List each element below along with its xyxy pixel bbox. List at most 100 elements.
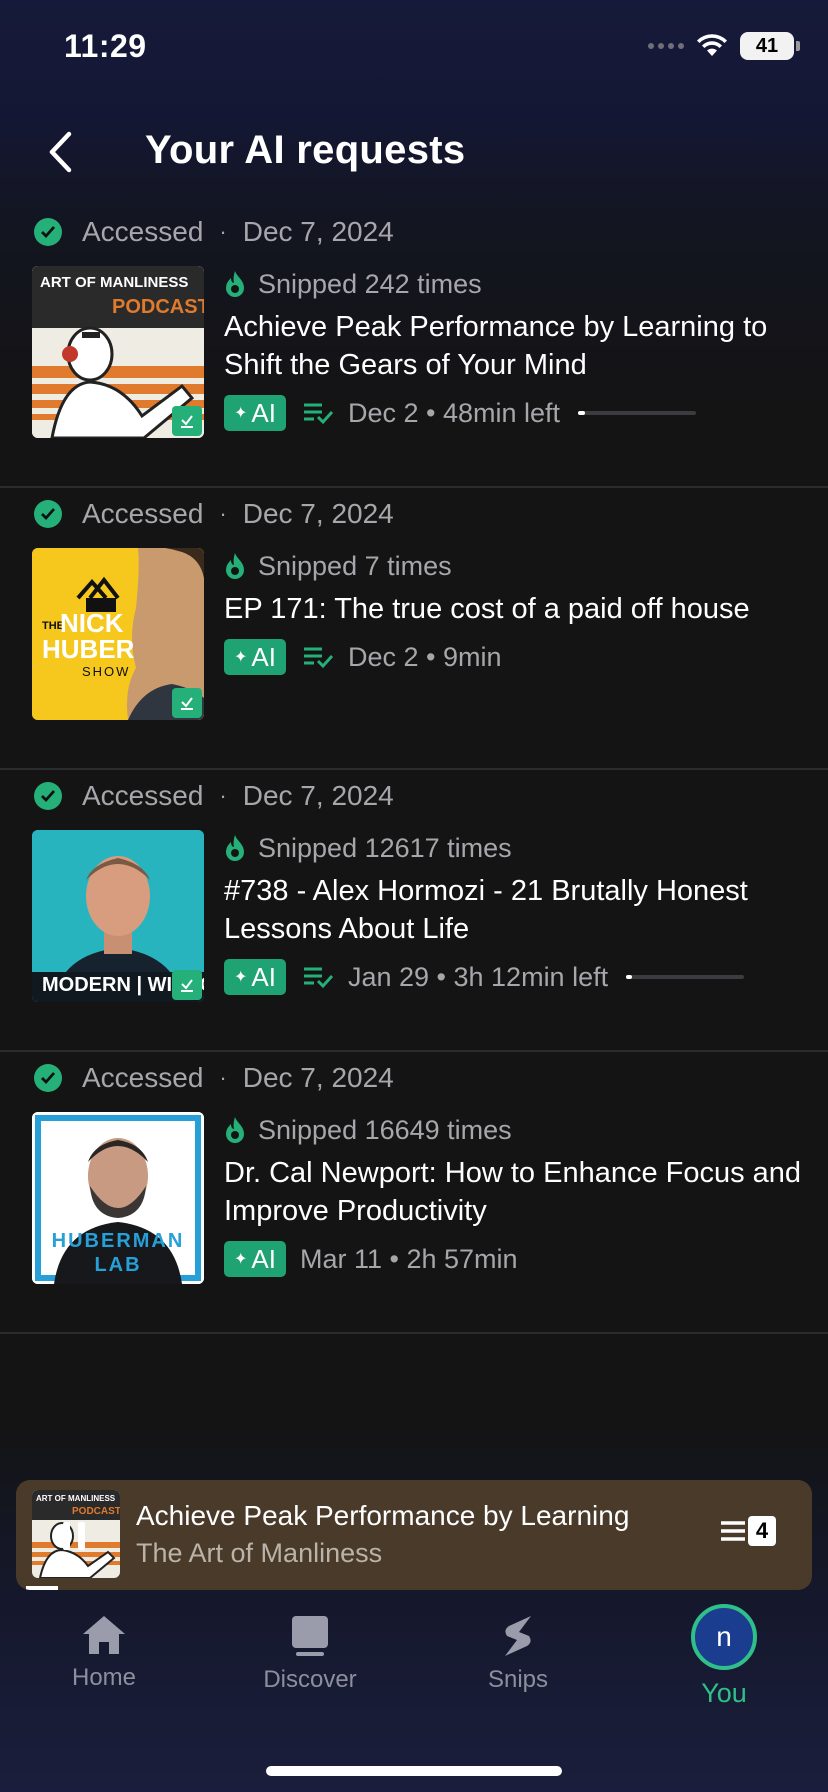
list-item[interactable]: Accessed · Dec 7, 2024 THE NICK HUBER SH… — [0, 488, 828, 770]
snipped-count: Snipped 242 times — [258, 268, 482, 299]
mini-player[interactable]: ART OF MANLINESS PODCAST Achieve Peak Pe… — [16, 1480, 812, 1590]
snipped-row: Snipped 12617 times — [224, 830, 804, 866]
snipped-count: Snipped 16649 times — [258, 1114, 512, 1145]
flame-icon — [226, 271, 244, 297]
snipped-row: Snipped 7 times — [224, 548, 804, 584]
check-circle-icon — [34, 500, 62, 528]
accessed-row: Accessed · Dec 7, 2024 — [34, 212, 394, 252]
queued-icon — [303, 967, 334, 989]
tab-home[interactable]: Home — [24, 1614, 184, 1692]
status-icons: 41 — [648, 32, 800, 60]
accessed-label: Accessed — [82, 498, 204, 529]
list-item[interactable]: Accessed · Dec 7, 2024 HUBERMAN LAB Snip… — [0, 1052, 828, 1334]
page-title: Your AI requests — [145, 128, 466, 172]
sparkle-icon: ✦ — [234, 969, 248, 986]
episode-title[interactable]: EP 171: The true cost of a paid off hous… — [224, 590, 804, 628]
episode-meta: Dec 2 • 48min left — [347, 397, 561, 428]
header: Your AI requests — [0, 120, 828, 184]
tab-bar: Home Discover Snips n You — [0, 1600, 828, 1730]
separator-dot: · — [219, 219, 227, 244]
tab-you[interactable]: n You — [644, 1604, 804, 1709]
artwork-text: PODCAST — [112, 296, 204, 318]
separator-dot: · — [219, 501, 227, 526]
episode-meta: Dec 2 • 9min — [347, 641, 502, 672]
queue-button[interactable]: 4 — [720, 1516, 776, 1546]
discover-icon — [292, 1616, 328, 1656]
tab-label: Snips — [487, 1666, 549, 1693]
ai-badge-label: AI — [251, 961, 276, 992]
chevron-left-icon — [49, 131, 72, 173]
snipped-row: Snipped 16649 times — [224, 1112, 804, 1148]
episode-info: Snipped 16649 times Dr. Cal Newport: How… — [224, 1112, 804, 1278]
separator-dot: · — [219, 783, 227, 808]
accessed-label: Accessed — [82, 780, 204, 811]
list-item[interactable]: Accessed · Dec 7, 2024 MODERN | WISDOM — [0, 770, 828, 1052]
queue-list-icon — [721, 1521, 745, 1541]
cellular-signal-icon — [648, 43, 684, 49]
accessed-date: Dec 7, 2024 — [242, 1062, 394, 1093]
artwork-text: HUBERMAN — [51, 1230, 185, 1252]
listen-progress-fill — [578, 411, 586, 415]
snips-icon — [505, 1616, 531, 1656]
accessed-label: Accessed — [82, 1062, 204, 1093]
flame-icon — [226, 1117, 244, 1143]
ai-badge[interactable]: ✦ AI — [224, 639, 286, 675]
accessed-date: Dec 7, 2024 — [242, 216, 394, 247]
wifi-icon — [697, 34, 727, 56]
artwork-text: ART OF MANLINESS — [36, 1494, 116, 1503]
episode-meta: Mar 11 • 2h 57min — [299, 1243, 518, 1274]
ai-badge-label: AI — [251, 641, 276, 672]
episode-info: Snipped 7 times EP 171: The true cost of… — [224, 548, 804, 676]
podcast-artwork[interactable]: THE NICK HUBER SHOW — [32, 548, 204, 720]
episode-title[interactable]: Achieve Peak Performance by Learning to … — [224, 308, 804, 384]
downloaded-badge-icon — [172, 970, 202, 1000]
meta-row: ✦ AI Dec 2 • 48min left — [224, 394, 804, 432]
listen-progress-fill — [626, 975, 633, 979]
accessed-row: Accessed · Dec 7, 2024 — [34, 1058, 394, 1098]
downloaded-badge-icon — [172, 406, 202, 436]
downloaded-badge-icon — [172, 688, 202, 718]
ai-badge-label: AI — [251, 397, 276, 428]
ai-badge[interactable]: ✦ AI — [224, 395, 286, 431]
artwork-text: LAB — [94, 1254, 142, 1276]
podcast-artwork[interactable]: MODERN | WISDOM — [32, 830, 204, 1002]
episode-title[interactable]: Dr. Cal Newport: How to Enhance Focus an… — [224, 1154, 804, 1230]
accessed-date: Dec 7, 2024 — [242, 498, 394, 529]
home-icon — [83, 1616, 125, 1654]
listen-progress-bar — [626, 975, 745, 979]
accessed-date: Dec 7, 2024 — [242, 780, 394, 811]
artwork-text: ART OF MANLINESS — [40, 274, 189, 291]
check-circle-icon — [34, 1064, 62, 1092]
listen-progress-bar — [578, 411, 697, 415]
tab-snips[interactable]: Snips — [438, 1614, 598, 1694]
battery-indicator: 41 — [740, 32, 800, 60]
meta-row: ✦ AI Dec 2 • 9min — [224, 638, 804, 676]
list-item[interactable]: Accessed · Dec 7, 2024 ART OF MANLINESS … — [0, 206, 828, 488]
accessed-row: Accessed · Dec 7, 2024 — [34, 494, 394, 534]
check-circle-icon — [34, 218, 62, 246]
ai-badge[interactable]: ✦ AI — [224, 959, 286, 995]
tab-label: Discover — [263, 1666, 357, 1693]
pause-icon[interactable] — [60, 1520, 88, 1552]
mini-player-title[interactable]: Achieve Peak Performance by Learning — [136, 1500, 676, 1532]
episode-info: Snipped 12617 times #738 - Alex Hormozi … — [224, 830, 804, 996]
back-button[interactable] — [38, 128, 82, 176]
episode-title[interactable]: #738 - Alex Hormozi - 21 Brutally Honest… — [224, 872, 804, 948]
meta-row: ✦ AI Mar 11 • 2h 57min — [224, 1240, 804, 1278]
status-bar: 11:29 41 — [0, 0, 828, 100]
accessed-label: Accessed — [82, 216, 204, 247]
podcast-artwork[interactable]: HUBERMAN LAB — [32, 1112, 204, 1284]
accessed-row: Accessed · Dec 7, 2024 — [34, 776, 394, 816]
tab-label: You — [701, 1678, 747, 1708]
ai-badge[interactable]: ✦ AI — [224, 1241, 286, 1277]
sparkle-icon: ✦ — [234, 649, 248, 666]
tab-discover[interactable]: Discover — [230, 1614, 390, 1694]
avatar: n — [691, 1604, 757, 1670]
snipped-count: Snipped 12617 times — [258, 832, 512, 863]
queue-count-badge: 4 — [748, 1516, 776, 1546]
queued-icon — [303, 403, 334, 425]
artwork-text: PODCAST — [72, 1506, 120, 1517]
sparkle-icon: ✦ — [234, 1251, 248, 1268]
podcast-artwork[interactable]: ART OF MANLINESS PODCAST — [32, 266, 204, 438]
mini-player-progress — [26, 1586, 58, 1590]
